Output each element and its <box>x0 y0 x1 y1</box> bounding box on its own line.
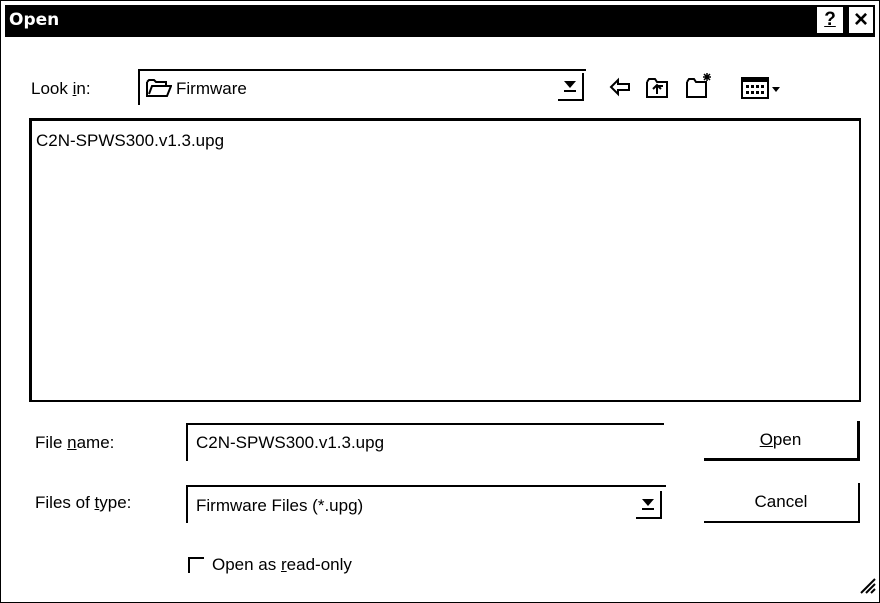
title-bar[interactable]: Open ? × <box>5 5 875 37</box>
read-only-label[interactable]: Open as read-only <box>212 555 352 575</box>
chevron-down-icon <box>642 498 654 510</box>
look-in-label: Look in: <box>31 79 91 98</box>
close-button[interactable]: × <box>847 6 873 35</box>
file-name-input[interactable]: C2N-SPWS300.v1.3.upg <box>186 423 664 461</box>
cancel-button[interactable]: Cancel <box>704 483 860 523</box>
look-in-value: Firmware <box>176 79 247 98</box>
help-button[interactable]: ? <box>817 7 843 35</box>
read-only-checkbox[interactable] <box>188 557 204 573</box>
file-type-label: Files of type: <box>35 493 132 512</box>
file-type-dropdown-button[interactable] <box>636 491 662 519</box>
file-type-value: Firmware Files (*.upg) <box>196 496 364 515</box>
folder-icon <box>146 78 173 103</box>
chevron-down-icon <box>564 80 576 92</box>
file-name-label: File name: <box>35 433 115 452</box>
up-folder-icon[interactable] <box>645 77 669 104</box>
file-type-dropdown[interactable]: Firmware Files (*.upg) <box>186 485 666 523</box>
window-title: Open <box>9 10 60 30</box>
open-button[interactable]: Open <box>704 421 860 461</box>
view-menu-icon[interactable] <box>741 77 793 104</box>
look-in-dropdown[interactable]: Firmware <box>138 69 586 105</box>
close-icon: × <box>853 6 868 33</box>
file-list[interactable]: C2N-SPWS300.v1.3.upg <box>29 118 861 402</box>
help-icon: ? <box>824 9 836 30</box>
new-folder-icon[interactable] <box>685 71 713 104</box>
open-dialog: Open ? × Look in: Firmware C2N-SPWS300.v… <box>0 0 880 603</box>
back-icon[interactable] <box>609 77 631 102</box>
look-in-dropdown-button[interactable] <box>558 73 584 101</box>
file-list-item[interactable]: C2N-SPWS300.v1.3.upg <box>34 131 226 151</box>
resize-grip-icon[interactable] <box>857 575 877 600</box>
